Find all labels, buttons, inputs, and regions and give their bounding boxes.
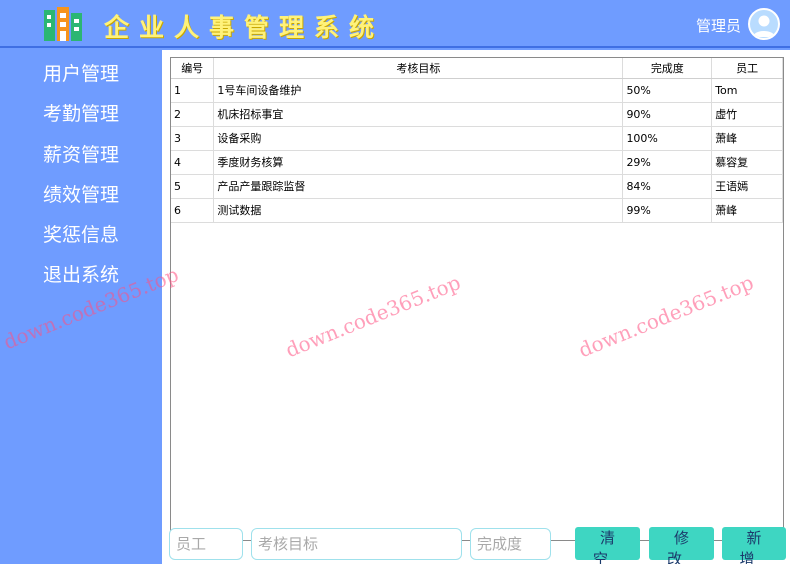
- table-row[interactable]: 6 测试数据 99% 萧峰: [171, 198, 783, 223]
- cell-completion: 50%: [622, 78, 713, 103]
- cell-employee: 萧峰: [711, 126, 783, 151]
- column-header-goal[interactable]: 考核目标: [213, 58, 624, 79]
- cell-goal: 季度财务核算: [213, 150, 624, 175]
- column-header-id[interactable]: 编号: [171, 58, 215, 79]
- table-row[interactable]: 2 机床招标事宜 90% 虚竹: [171, 102, 783, 127]
- logo-icon: [43, 7, 83, 41]
- sidebar-item-attendance-management[interactable]: 考勤管理: [43, 99, 119, 126]
- cell-id: 4: [171, 150, 215, 175]
- cell-employee: 慕容复: [711, 150, 783, 175]
- sidebar: 用户管理 考勤管理 薪资管理 绩效管理 奖惩信息 退出系统: [0, 50, 162, 564]
- completion-input[interactable]: [470, 528, 551, 560]
- cell-goal: 设备采购: [213, 126, 624, 151]
- clear-button[interactable]: 清空: [575, 527, 640, 564]
- app-title: 企业人事管理系统: [104, 13, 385, 42]
- cell-completion: 100%: [622, 126, 713, 151]
- employee-input[interactable]: [169, 528, 243, 560]
- sidebar-item-salary-management[interactable]: 薪资管理: [43, 140, 119, 167]
- table-header-row: 编号 考核目标 完成度 员工: [171, 58, 783, 79]
- sidebar-item-rewards-info[interactable]: 奖惩信息: [43, 220, 119, 247]
- sidebar-item-exit-system[interactable]: 退出系统: [43, 260, 119, 287]
- sidebar-item-user-management[interactable]: 用户管理: [43, 59, 119, 86]
- cell-employee: 虚竹: [711, 102, 783, 127]
- cell-employee: 王语嫣: [711, 174, 783, 199]
- cell-id: 2: [171, 102, 215, 127]
- goal-input[interactable]: [251, 528, 462, 560]
- column-header-employee[interactable]: 员工: [711, 58, 783, 79]
- cell-completion: 90%: [622, 102, 713, 127]
- cell-goal: 测试数据: [213, 198, 624, 223]
- cell-goal: 1号车间设备维护: [213, 78, 624, 103]
- table-row[interactable]: 5 产品产量跟踪监督 84% 王语嫣: [171, 174, 783, 199]
- main-panel: 编号 考核目标 完成度 员工 1 1号车间设备维护 50% Tom 2 机床招标…: [162, 50, 790, 564]
- cell-id: 1: [171, 78, 215, 103]
- cell-completion: 99%: [622, 198, 713, 223]
- cell-employee: 萧峰: [711, 198, 783, 223]
- edit-button[interactable]: 修改: [649, 527, 714, 564]
- cell-completion: 29%: [622, 150, 713, 175]
- user-role-label: 管理员: [696, 17, 742, 35]
- table-row[interactable]: 1 1号车间设备维护 50% Tom: [171, 78, 783, 103]
- cell-completion: 84%: [622, 174, 713, 199]
- avatar[interactable]: [748, 8, 780, 40]
- user-icon: [753, 15, 775, 37]
- sidebar-item-performance-management[interactable]: 绩效管理: [43, 180, 119, 207]
- performance-table: 编号 考核目标 完成度 员工 1 1号车间设备维护 50% Tom 2 机床招标…: [171, 58, 783, 223]
- cell-goal: 产品产量跟踪监督: [213, 174, 624, 199]
- table-row[interactable]: 4 季度财务核算 29% 慕容复: [171, 150, 783, 175]
- table-row[interactable]: 3 设备采购 100% 萧峰: [171, 126, 783, 151]
- data-table-container: 编号 考核目标 完成度 员工 1 1号车间设备维护 50% Tom 2 机床招标…: [170, 57, 784, 541]
- cell-goal: 机床招标事宜: [213, 102, 624, 127]
- cell-id: 3: [171, 126, 215, 151]
- cell-employee: Tom: [711, 78, 783, 103]
- cell-id: 5: [171, 174, 215, 199]
- app-header: 企业人事管理系统 管理员: [0, 0, 790, 48]
- cell-id: 6: [171, 198, 215, 223]
- column-header-completion[interactable]: 完成度: [622, 58, 713, 79]
- add-button[interactable]: 新增: [722, 527, 786, 564]
